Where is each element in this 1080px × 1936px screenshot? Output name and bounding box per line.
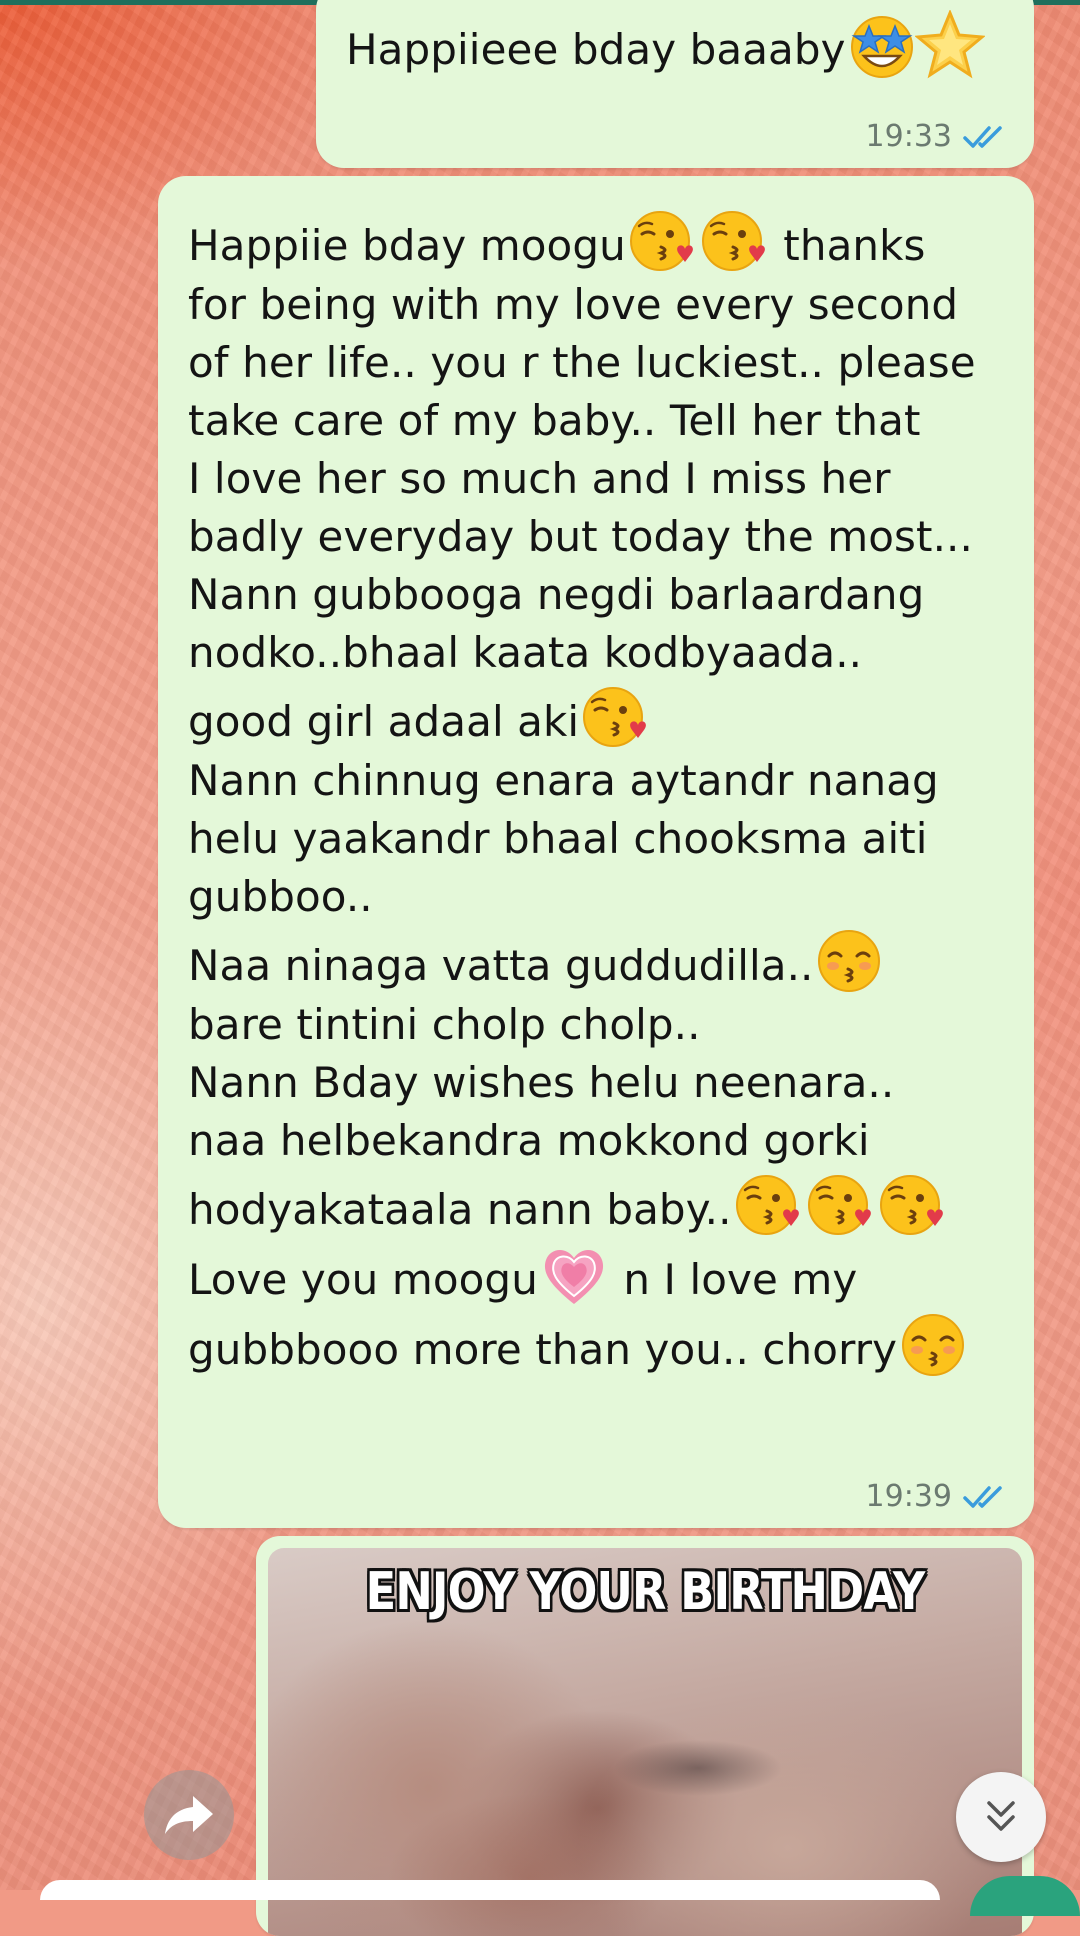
message-text: Happiie bday moogu thanks for being with …	[188, 206, 1018, 1380]
forward-arrow-icon	[165, 1796, 213, 1834]
read-ticks-icon	[963, 1485, 1002, 1508]
message-bubble-outgoing[interactable]: Happiieee bday baaaby 19:33	[316, 0, 1034, 168]
kiss-emoji	[805, 1170, 875, 1240]
message-line-text: helu yaakandr bhaal chooksma aiti	[188, 814, 928, 863]
kiss-emoji	[580, 682, 650, 752]
message-line: for being with my love every second	[188, 276, 1018, 334]
message-line: gubboo..	[188, 868, 1018, 926]
message-line-text: bare tintini cholp cholp..	[188, 1000, 701, 1049]
message-line: Nann gubbooga negdi barlaardang	[188, 566, 1018, 624]
photo-caption: ENJOY YOUR BIRTHDAY	[365, 1562, 926, 1622]
message-line-text: take care of my baby.. Tell her that	[188, 396, 921, 445]
message-line: of her life.. you r the luckiest.. pleas…	[188, 334, 1018, 392]
message-text: Happiieee bday baaaby	[346, 10, 985, 79]
message-line: naa helbekandra mokkond gorki	[188, 1112, 1018, 1170]
message-input-bar[interactable]	[40, 1880, 940, 1900]
kiss-emoji	[699, 206, 769, 276]
message-line-text: hodyakataala nann baby..	[188, 1185, 732, 1234]
read-ticks-icon	[963, 125, 1002, 148]
message-line: I love her so much and I miss her	[188, 450, 1018, 508]
message-time: 19:33	[865, 119, 952, 154]
message-line: Naa ninaga vatta guddudilla..	[188, 926, 1018, 996]
message-line-text: Naa ninaga vatta guddudilla..	[188, 941, 814, 990]
message-line-text: I love her so much and I miss her	[188, 454, 891, 503]
message-line: good girl adaal aki	[188, 682, 1018, 752]
message-line: helu yaakandr bhaal chooksma aiti	[188, 810, 1018, 868]
message-line-text: gubboo..	[188, 872, 373, 921]
message-line-text: badly everyday but today the most...	[188, 512, 973, 561]
message-line-tail: thanks	[769, 221, 926, 270]
message-line-text: Nann gubbooga negdi barlaardang	[188, 570, 925, 619]
message-line-text: Nann chinnug enara aytandr nanag	[188, 756, 939, 805]
message-line: Nann Bday wishes helu neenara..	[188, 1054, 1018, 1112]
message-line: Nann chinnug enara aytandr nanag	[188, 752, 1018, 810]
message-line: nodko..bhaal kaata kodbyaada..	[188, 624, 1018, 682]
message-line-text: naa helbekandra mokkond gorki	[188, 1116, 870, 1165]
message-line-text: Happiie bday moogu	[188, 221, 626, 270]
message-line: bare tintini cholp cholp..	[188, 996, 1018, 1054]
forward-button[interactable]	[144, 1770, 234, 1860]
message-line: Happiie bday moogu thanks	[188, 206, 1018, 276]
message-meta: 19:33	[866, 119, 1008, 154]
message-line-text: gubbbooo more than you.. chorry	[188, 1325, 898, 1374]
kissing-closed-eyes-emoji	[898, 1310, 968, 1380]
message-line: take care of my baby.. Tell her that	[188, 392, 1018, 450]
scroll-to-bottom-button[interactable]	[956, 1772, 1046, 1862]
message-line-text: nodko..bhaal kaata kodbyaada..	[188, 628, 863, 677]
message-line-text: Love you moogu	[188, 1255, 538, 1304]
message-line-text: Nann Bday wishes helu neenara..	[188, 1058, 895, 1107]
message-time: 19:39	[865, 1479, 952, 1514]
kiss-emoji	[877, 1170, 947, 1240]
message-line-tail: n I love my	[609, 1255, 858, 1304]
message-line: hodyakataala nann baby..	[188, 1170, 1018, 1240]
kiss-emoji	[733, 1170, 803, 1240]
message-bubble-image[interactable]: ENJOY YOUR BIRTHDAY	[256, 1536, 1034, 1936]
message-line-text: good girl adaal aki	[188, 697, 580, 746]
kiss-emoji	[627, 206, 697, 276]
message-line-text: for being with my love every second	[188, 280, 959, 329]
message-line: Love you moogu n I love my	[188, 1240, 1018, 1310]
message-text-span: Happiieee bday baaaby	[346, 25, 846, 74]
message-line: badly everyday but today the most...	[188, 508, 1018, 566]
double-chevron-down-icon	[987, 1801, 1015, 1831]
message-photo[interactable]: ENJOY YOUR BIRTHDAY	[268, 1548, 1022, 1936]
message-line-text: of her life.. you r the luckiest.. pleas…	[188, 338, 976, 387]
growing-heart-emoji	[539, 1240, 609, 1310]
message-line: gubbbooo more than you.. chorry	[188, 1310, 1018, 1380]
message-bubble-outgoing[interactable]: Happiie bday moogu thanks for being with …	[158, 176, 1034, 1528]
star-struck-emoji	[847, 10, 913, 78]
kissing-closed-eyes-emoji	[814, 926, 884, 996]
star-emoji	[914, 10, 985, 79]
message-meta: 19:39	[866, 1479, 1008, 1514]
